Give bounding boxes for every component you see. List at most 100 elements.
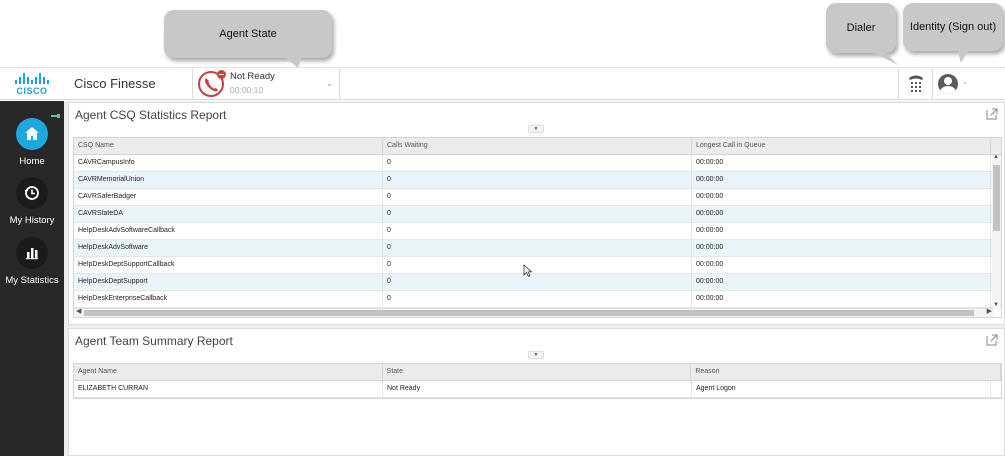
mouse-cursor-icon — [523, 264, 533, 278]
dialer-callout: Dialer — [826, 3, 898, 65]
table-row[interactable]: HelpDeskDeptSupport 0 00:00:00 — [74, 274, 1001, 291]
agent-state-callout: Agent State — [164, 10, 332, 68]
main-content: Agent CSQ Statistics Report ▼ CSQ Name C… — [64, 101, 1005, 456]
sidebar-item-home[interactable]: Home — [0, 118, 64, 167]
app-name: Cisco Finesse — [74, 76, 156, 91]
not-ready-phone-icon — [198, 70, 226, 97]
table-cell: ELIZABETH CURRAN — [74, 381, 383, 397]
table-row[interactable]: CAVRMemorialUnion 0 00:00:00 — [74, 172, 1001, 189]
popout-icon[interactable] — [986, 108, 998, 120]
table-row[interactable]: HelpDeskEnterpriseCallback 0 00:00:00 — [74, 291, 1001, 308]
table-cell: 00:00:00 — [692, 206, 991, 222]
table-header: Agent Name State Reason — [74, 364, 1002, 381]
table-row[interactable]: HelpDeskDeptSupportCallback 0 00:00:00 — [74, 257, 1001, 274]
csq-statistics-panel: Agent CSQ Statistics Report ▼ CSQ Name C… — [68, 102, 1005, 325]
table-cell: CAVRSaferBadger — [74, 189, 383, 205]
table-row[interactable]: HelpDeskAdvSoftware 0 00:00:00 — [74, 240, 1001, 257]
team-table: Agent Name State Reason ELIZABETH CURRAN… — [73, 363, 1002, 399]
sidebar-item-my-statistics[interactable]: My Statistics — [0, 237, 64, 286]
dialer-button[interactable] — [898, 68, 932, 100]
table-cell: 0 — [383, 257, 692, 273]
finesse-window: Agent State Dialer Identity (Sign out) C… — [0, 0, 1005, 456]
table-cell: 00:00:00 — [692, 240, 991, 256]
callout-pointer — [870, 51, 898, 65]
identity-callout-text: Identity (Sign out) — [909, 21, 997, 33]
collapse-toggle[interactable]: ▼ — [528, 125, 544, 133]
scrollbar-thumb[interactable] — [993, 165, 1000, 231]
horizontal-scrollbar[interactable]: ◀ ▶ — [74, 308, 994, 317]
table-cell: 00:00:00 — [692, 155, 991, 171]
chevron-down-icon: ⌄ — [326, 79, 333, 88]
agent-state-callout-text: Agent State — [219, 28, 277, 40]
table-cell: 00:00:00 — [692, 257, 991, 273]
scrollbar-thumb[interactable] — [84, 310, 974, 316]
team-report-title: Agent Team Summary Report — [75, 334, 233, 348]
table-cell: 0 — [383, 240, 692, 256]
identity-callout: Identity (Sign out) — [903, 3, 1003, 63]
table-cell: 00:00:00 — [692, 291, 991, 307]
popout-icon[interactable] — [986, 334, 998, 346]
avatar-icon — [938, 74, 958, 94]
agent-state-timer: 00:00:10 — [230, 85, 264, 95]
table-cell: 0 — [383, 206, 692, 222]
team-table-body: ELIZABETH CURRAN Not Ready Agent Logon — [74, 381, 1001, 398]
table-cell: 00:00:00 — [692, 172, 991, 188]
table-cell: CAVRMemorialUnion — [74, 172, 383, 188]
table-cell: 00:00:00 — [692, 274, 991, 290]
team-summary-panel: Agent Team Summary Report ▼ Agent Name S… — [68, 328, 1005, 456]
table-cell: HelpDeskAdvSoftwareCallback — [74, 223, 383, 239]
sidebar-item-my-history[interactable]: My History — [0, 177, 64, 226]
agent-state-dropdown[interactable]: Not Ready 00:00:10 ⌄ — [192, 68, 340, 100]
table-cell: 00:00:00 — [692, 223, 991, 239]
dialer-callout-text: Dialer — [846, 22, 876, 34]
table-cell: 0 — [383, 172, 692, 188]
table-row[interactable]: HelpDeskAdvSoftwareCallback 0 00:00:00 — [74, 223, 1001, 240]
column-header[interactable]: Reason — [691, 364, 1002, 380]
table-row[interactable]: CAVRCampusInfo 0 00:00:00 — [74, 155, 1001, 172]
table-cell: 0 — [383, 189, 692, 205]
scroll-left-icon[interactable]: ◀ — [76, 307, 81, 315]
collapse-toggle[interactable]: ▼ — [528, 351, 544, 359]
history-icon — [16, 177, 48, 209]
dialpad-icon — [909, 75, 923, 92]
table-row[interactable]: ELIZABETH CURRAN Not Ready Agent Logon — [74, 381, 1001, 398]
home-icon — [16, 118, 48, 150]
scroll-right-icon[interactable]: ▶ — [987, 307, 992, 315]
sidebar: Home My History My Statistics — [0, 101, 64, 456]
table-header: CSQ Name Calls Waiting Longest Call in Q… — [74, 138, 1001, 155]
sidebar-item-label: Home — [19, 156, 45, 167]
cisco-logo-bars-icon — [12, 73, 52, 84]
csq-report-title: Agent CSQ Statistics Report — [75, 108, 227, 122]
sidebar-item-label: My Statistics — [5, 275, 59, 286]
column-header[interactable]: Longest Call in Queue — [692, 138, 991, 154]
column-header[interactable]: State — [383, 364, 692, 380]
table-cell: 0 — [383, 274, 692, 290]
csq-table: CSQ Name Calls Waiting Longest Call in Q… — [73, 137, 1002, 318]
table-cell: Agent Logon — [692, 381, 991, 397]
table-cell: 00:00:00 — [692, 189, 991, 205]
sidebar-item-label: My History — [9, 215, 55, 226]
statistics-icon — [16, 237, 48, 269]
cisco-logo: CISCO — [12, 73, 52, 97]
table-cell: HelpDeskAdvSoftware — [74, 240, 383, 256]
table-cell: 0 — [383, 223, 692, 239]
table-cell: 0 — [383, 155, 692, 171]
column-header[interactable]: Agent Name — [74, 364, 383, 380]
scroll-up-icon[interactable]: ▲ — [993, 154, 999, 160]
table-cell: Not Ready — [383, 381, 692, 397]
cisco-logo-text: CISCO — [16, 86, 48, 96]
table-cell: 0 — [383, 291, 692, 307]
table-row[interactable]: CAVRStateDA 0 00:00:00 — [74, 206, 1001, 223]
agent-state-label: Not Ready — [230, 71, 275, 82]
table-row[interactable]: CAVRSaferBadger 0 00:00:00 — [74, 189, 1001, 206]
identity-menu-button[interactable]: ⌄ — [932, 68, 972, 100]
table-cell: HelpDeskDeptSupport — [74, 274, 383, 290]
column-header[interactable]: CSQ Name — [74, 138, 383, 154]
vertical-scrollbar[interactable]: ▲ ▼ — [992, 154, 1001, 308]
table-cell: CAVRCampusInfo — [74, 155, 383, 171]
callout-pointer — [957, 49, 969, 63]
column-header[interactable]: Calls Waiting — [383, 138, 692, 154]
chevron-down-icon: ⌄ — [962, 79, 968, 86]
not-ready-badge-icon — [217, 70, 226, 79]
table-cell: HelpDeskEnterpriseCallback — [74, 291, 383, 307]
